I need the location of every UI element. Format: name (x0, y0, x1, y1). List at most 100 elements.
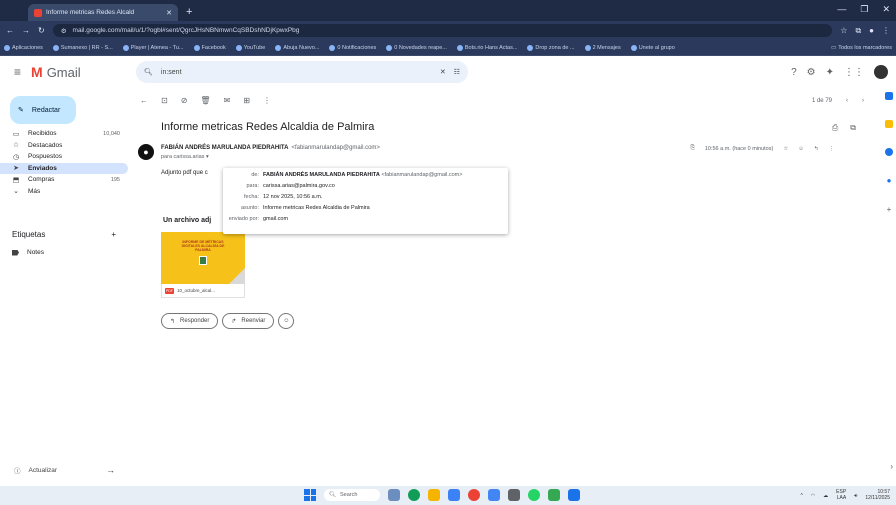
site-info-icon[interactable]: ⚙ (61, 27, 67, 35)
chrome-icon[interactable] (408, 489, 420, 501)
move-to-icon[interactable]: ⊞ (243, 96, 250, 105)
bookmark-item[interactable]: 2 Mensajes (584, 44, 621, 51)
bookmark-item[interactable]: Drop zona de ... (527, 44, 575, 51)
gmail-favicon-icon (34, 8, 42, 17)
account-avatar[interactable] (874, 65, 888, 79)
emoji-react-icon[interactable]: ☺ (798, 146, 804, 152)
bookmark-item[interactable]: Bots.rio Hans Actas... (456, 44, 517, 51)
search-bar[interactable]: 🔍︎ in:sent ✕ ☷ (136, 61, 468, 83)
sender-email: <fabianmarulandap@gmail.com> (291, 145, 380, 151)
sidebar-item-más[interactable]: ⌄ Más (0, 186, 128, 198)
reply-button[interactable]: ↰ Responder (161, 313, 219, 329)
bookmark-item[interactable]: Abuja Nuevo... (275, 44, 319, 51)
whatsapp-icon[interactable] (528, 489, 540, 501)
chrome-profile-icon[interactable] (468, 489, 480, 501)
delete-icon[interactable]: 🗑︎ (200, 96, 210, 105)
forward-button[interactable]: ↱ Reenviar (222, 313, 275, 329)
bookmark-item[interactable]: 0 Novedades reape... (386, 44, 447, 51)
bookmark-item[interactable]: Sumanexo | RR - S... (52, 44, 113, 51)
app-icon[interactable] (548, 489, 560, 501)
bookmark-star-icon[interactable]: ☆ (840, 26, 847, 35)
extensions-icon[interactable]: ⧉ (855, 26, 861, 36)
back-icon[interactable]: ← (6, 26, 14, 35)
tray-chevron-icon[interactable]: ^ (800, 493, 802, 499)
main-menu-icon[interactable]: ≡ (14, 65, 21, 79)
onedrive-icon[interactable]: ☁ (823, 493, 828, 499)
maximize-icon[interactable]: ❐ (860, 4, 868, 15)
reload-icon[interactable]: ↻ (38, 26, 45, 35)
close-tab-icon[interactable]: ✕ (166, 9, 172, 17)
search-input[interactable]: in:sent (161, 69, 432, 76)
search-options-icon[interactable]: ☷ (454, 68, 460, 76)
label-item-notes[interactable]: Notes (12, 249, 44, 256)
contacts-icon[interactable]: ● (887, 176, 892, 185)
search-icon: 🔍︎ (329, 492, 336, 498)
wifi-icon[interactable]: ◠ (811, 493, 815, 499)
file-explorer-icon[interactable] (428, 489, 440, 501)
settings-app-icon[interactable] (508, 489, 520, 501)
calendar-icon[interactable] (885, 92, 893, 100)
more-message-icon[interactable]: ⋮ (829, 146, 835, 152)
browser-menu-icon[interactable]: ⋮ (882, 26, 890, 35)
forward-icon[interactable]: → (22, 26, 30, 35)
add-addon-icon[interactable]: + (887, 205, 892, 214)
recipient-line[interactable]: para carissa.arias ▾ (161, 154, 209, 160)
next-icon[interactable]: › (862, 98, 864, 104)
bookmark-item[interactable]: Facebook (193, 44, 226, 51)
bookmark-item[interactable]: 0 Notificaciones (329, 44, 376, 51)
taskbar-search[interactable]: 🔍︎ Search (324, 489, 380, 501)
bookmark-item[interactable]: Aplicaciones (4, 44, 43, 51)
bookmark-item[interactable]: Unete al grupo (630, 44, 675, 51)
print-icon[interactable]: ⎙ (832, 123, 838, 133)
sidebar-item-pospuestos[interactable]: ◷ Pospuestos (0, 151, 128, 163)
back-to-list-icon[interactable]: ← (140, 96, 148, 105)
address-bar[interactable]: ⚙ mail.google.com/mail/u/1/?ogbl#sent/Qg… (52, 24, 833, 37)
sidebar-item-enviados[interactable]: ➤ Enviados (0, 162, 128, 174)
more-icon[interactable]: ⋮ (263, 96, 271, 105)
archive-icon[interactable]: ⊡ (161, 96, 168, 105)
search-icon[interactable]: 🔍︎ (144, 68, 153, 76)
mail-app-icon[interactable] (568, 489, 580, 501)
reply-icon[interactable]: ↰ (814, 146, 819, 152)
language-indicator[interactable]: ESP LAA (836, 489, 846, 501)
close-window-icon[interactable]: ✕ (882, 4, 890, 15)
bookmark-item[interactable]: YouTube (235, 44, 265, 51)
edge-icon[interactable] (448, 489, 460, 501)
collapse-panel-icon[interactable]: › (890, 462, 893, 471)
attachment-footer[interactable]: PDF 10_octubre_alcal... (161, 284, 245, 298)
widgets-icon[interactable] (388, 489, 400, 501)
attachment-thumbnail[interactable]: INFORME DE MÉTRICAS DIGITALES ALCALDÍA D… (161, 232, 245, 284)
add-label-icon[interactable]: + (111, 230, 116, 239)
details-dropdown-icon[interactable]: ▾ (206, 154, 209, 160)
minimize-icon[interactable]: — (837, 4, 846, 15)
open-new-window-icon[interactable]: ⧉ (850, 123, 856, 133)
clock[interactable]: 10:57 12/11/2025 (865, 489, 890, 501)
store-icon[interactable] (488, 489, 500, 501)
all-bookmarks[interactable]: ▭ Todos los marcadores (831, 45, 892, 51)
keep-icon[interactable] (885, 120, 893, 128)
new-tab-icon[interactable]: + (186, 6, 192, 18)
emoji-button[interactable]: ☺ (278, 313, 295, 329)
help-icon[interactable]: ? (791, 67, 797, 78)
star-message-icon[interactable]: ☆ (783, 146, 788, 152)
browser-tab[interactable]: Informe metricas Redes Alcald ✕ (28, 4, 178, 21)
tasks-icon[interactable] (885, 148, 893, 156)
sidebar-item-recibidos[interactable]: ▭ Recibidos 10,040 (0, 128, 128, 140)
volume-icon[interactable]: 🔊︎ (854, 493, 857, 499)
compose-button[interactable]: ✎ Redactar (10, 96, 76, 124)
arrow-right-icon[interactable]: → (106, 465, 115, 475)
start-icon[interactable] (304, 489, 316, 501)
gemini-icon[interactable]: ✦ (826, 67, 834, 78)
clear-search-icon[interactable]: ✕ (440, 68, 446, 76)
update-control[interactable]: ⓘ Actualizar → (14, 465, 115, 475)
prev-icon[interactable]: ‹ (846, 98, 848, 104)
gmail-logo[interactable]: M Gmail (31, 64, 81, 80)
profile-icon[interactable]: ● (869, 26, 874, 35)
sidebar-item-destacados[interactable]: ☆ Destacados (0, 140, 128, 152)
settings-icon[interactable]: ⚙ (807, 67, 816, 78)
bookmark-item[interactable]: Player | Atenea - Tu... (122, 44, 184, 51)
sidebar-item-compras[interactable]: ⬒ Compras 195 (0, 174, 128, 186)
report-spam-icon[interactable]: ⊘ (181, 96, 188, 105)
mark-unread-icon[interactable]: ✉ (224, 96, 231, 105)
apps-icon[interactable]: ⋮⋮ (844, 67, 864, 78)
